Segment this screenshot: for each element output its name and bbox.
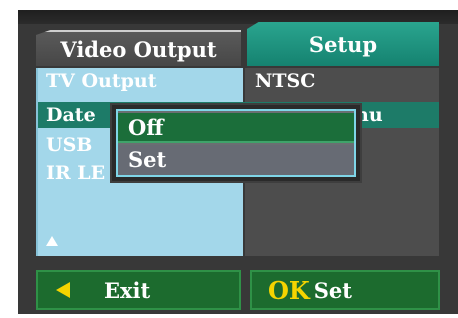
list-item-usb[interactable]: USB bbox=[46, 134, 92, 156]
list-item-tv-output[interactable]: TV Output bbox=[46, 70, 157, 92]
option-popup: Off Set bbox=[110, 103, 362, 183]
ok-key-label: OK bbox=[268, 275, 310, 305]
tab-video-output[interactable]: Video Output bbox=[36, 30, 241, 66]
ok-set-button[interactable]: OK Set bbox=[250, 270, 440, 310]
left-triangle-icon bbox=[56, 282, 70, 298]
list-item-ir-led[interactable]: IR LE bbox=[46, 162, 105, 184]
value-tv-output: NTSC bbox=[255, 70, 316, 92]
exit-label: Exit bbox=[104, 277, 151, 303]
popup-option-off[interactable]: Off bbox=[118, 113, 354, 143]
popup-option-set[interactable]: Set bbox=[118, 145, 354, 175]
option-popup-frame: Off Set bbox=[116, 109, 356, 177]
set-label: Set bbox=[313, 277, 352, 303]
exit-button[interactable]: Exit bbox=[36, 270, 241, 310]
scroll-up-icon[interactable] bbox=[46, 236, 58, 246]
tab-setup[interactable]: Setup bbox=[247, 22, 439, 66]
